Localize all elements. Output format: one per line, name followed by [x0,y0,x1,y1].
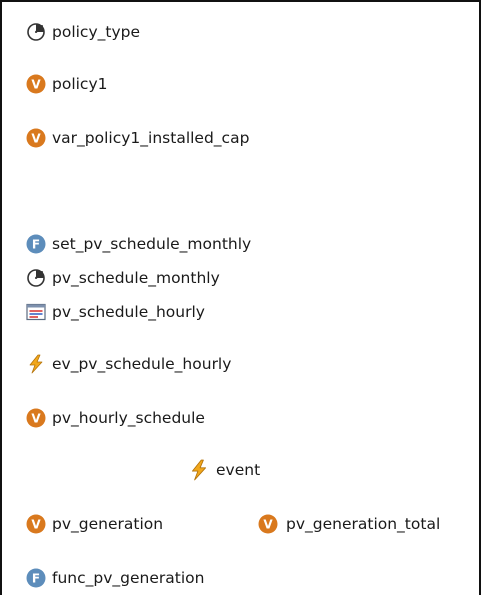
element-event[interactable]: event [188,458,260,482]
element-var-policy1-installed-cap[interactable]: V var_policy1_installed_cap [26,126,249,150]
svg-text:V: V [263,518,273,532]
element-pv-schedule-monthly[interactable]: pv_schedule_monthly [26,266,220,290]
lightning-event-icon [29,354,43,374]
element-label: pv_schedule_monthly [52,269,220,287]
variable-v-icon: V [26,408,46,428]
svg-text:V: V [31,132,41,146]
element-label: pv_schedule_hourly [52,303,205,321]
function-f-icon: F [26,568,46,588]
element-set-pv-schedule-monthly[interactable]: F set_pv_schedule_monthly [26,232,251,256]
element-label: set_pv_schedule_monthly [52,235,252,253]
svg-text:F: F [32,238,40,252]
element-label: func_pv_generation [52,569,205,587]
function-f-icon: F [26,234,46,254]
variable-v-icon: V [26,514,46,534]
element-label: pv_hourly_schedule [52,409,205,427]
element-pv-generation-total[interactable]: V pv_generation_total [258,512,440,536]
svg-text:V: V [31,78,41,92]
svg-text:V: V [31,412,41,426]
element-policy-type[interactable]: policy_type [26,20,140,44]
svg-text:F: F [32,572,40,586]
variable-v-icon: V [258,514,278,534]
element-label: event [216,461,261,479]
element-pv-hourly-schedule[interactable]: V pv_hourly_schedule [26,406,205,430]
element-label: ev_pv_schedule_hourly [52,355,232,373]
element-label: pv_generation_total [286,515,441,533]
element-func-pv-generation[interactable]: F func_pv_generation [26,566,204,590]
lightning-event-icon [191,459,207,481]
element-label: policy1 [52,75,108,93]
element-ev-pv-schedule-hourly[interactable]: ev_pv_schedule_hourly [26,352,231,376]
element-pv-generation[interactable]: V pv_generation [26,512,163,536]
svg-text:V: V [31,518,41,532]
schedule-table-icon [26,303,46,321]
element-label: pv_generation [52,515,164,533]
parameter-dial-icon [27,23,45,41]
parameter-dial-icon [27,269,45,287]
element-pv-schedule-hourly[interactable]: pv_schedule_hourly [26,300,205,324]
element-policy1[interactable]: V policy1 [26,72,108,96]
element-label: policy_type [52,23,141,41]
variable-v-icon: V [26,74,46,94]
model-elements-panel: policy_type V policy1 V var_policy1_inst… [0,0,481,595]
variable-v-icon: V [26,128,46,148]
element-label: var_policy1_installed_cap [52,129,250,147]
